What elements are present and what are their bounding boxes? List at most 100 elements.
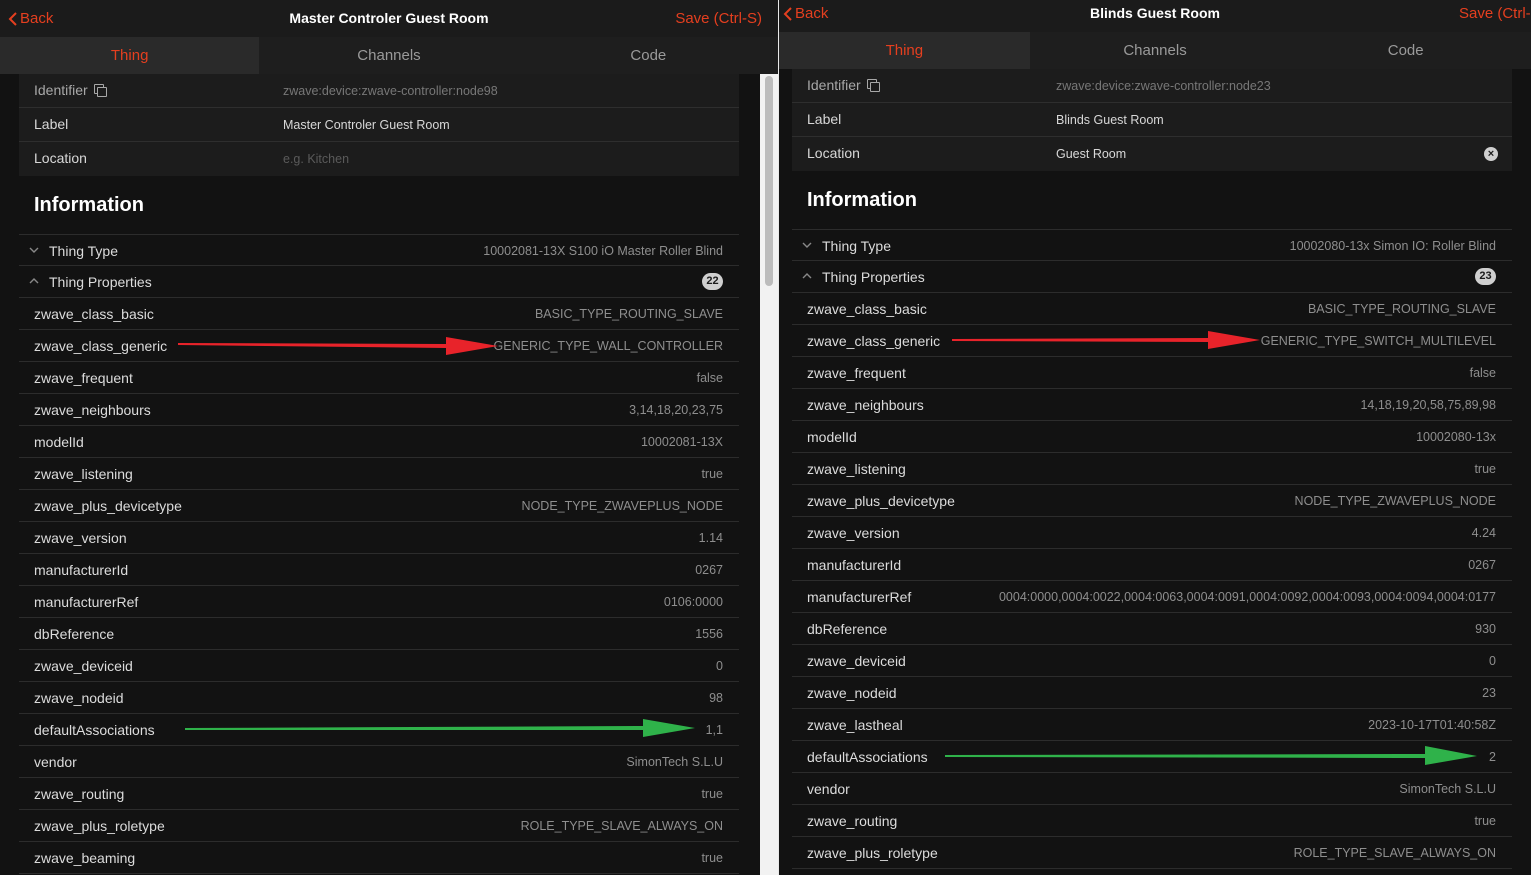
property-value: 0267	[1468, 558, 1496, 572]
scrollbar-thumb[interactable]	[765, 76, 773, 286]
property-key: zwave_class_generic	[807, 333, 941, 349]
thing-type-row[interactable]: Thing Type 10002081-13X S100 iO Master R…	[19, 234, 739, 266]
property-value: GENERIC_TYPE_SWITCH_MULTILEVEL	[1260, 334, 1496, 348]
identifier-value: zwave:device:zwave-controller:node23	[1056, 79, 1271, 93]
property-key: zwave_lastheal	[807, 717, 903, 733]
property-row: modelId 10002081-13X	[19, 426, 739, 458]
location-input[interactable]: e.g. Kitchen	[283, 152, 349, 166]
property-row: defaultAssociations 2	[792, 741, 1512, 773]
property-row: zwave_nodeid 98	[19, 682, 739, 714]
thing-type-row[interactable]: Thing Type 10002080-13x Simon IO: Roller…	[792, 229, 1512, 261]
property-value: 0004:0000,0004:0022,0004:0063,0004:0091,…	[998, 590, 1496, 604]
tab-code[interactable]: Code	[1280, 32, 1531, 69]
tab-code[interactable]: Code	[519, 37, 778, 74]
property-row: zwave_class_generic GENERIC_TYPE_SWITCH_M…	[792, 325, 1512, 357]
property-key: zwave_frequent	[807, 365, 906, 381]
properties-list: zwave_class_basic BASIC_TYPE_ROUTING_SLAV…	[19, 298, 739, 874]
property-value: 14,18,19,20,58,75,89,98	[1360, 398, 1496, 412]
property-row: zwave_class_basic BASIC_TYPE_ROUTING_SLAV…	[19, 298, 739, 330]
property-row: zwave_frequent false	[19, 362, 739, 394]
tab-channels[interactable]: Channels	[259, 37, 518, 74]
identifier-row: Identifier zwave:device:zwave-controller…	[19, 74, 739, 108]
property-value: 930	[1475, 622, 1496, 636]
property-value: true	[701, 851, 723, 865]
chevron-up-icon	[29, 278, 39, 284]
identifier-value: zwave:device:zwave-controller:node98	[283, 84, 498, 98]
copy-icon[interactable]	[866, 79, 880, 92]
property-row: zwave_lastheal 2023-10-17T01:40:58Z	[792, 709, 1512, 741]
property-value: false	[696, 371, 723, 385]
tab-channels[interactable]: Channels	[1030, 32, 1281, 69]
property-value: 2023-10-17T01:40:58Z	[1368, 718, 1496, 732]
property-row: dbReference 930	[792, 613, 1512, 645]
property-value: 0267	[695, 563, 723, 577]
property-row: zwave_class_basic BASIC_TYPE_ROUTING_SLAV…	[792, 293, 1512, 325]
label-input[interactable]: Master Controler Guest Room	[283, 118, 450, 132]
property-key: zwave_class_basic	[34, 306, 154, 322]
property-key: zwave_listening	[807, 461, 906, 477]
scrollbar[interactable]	[760, 74, 778, 875]
property-key: zwave_plus_devicetype	[807, 493, 955, 509]
right-thing-panel: Back Blinds Guest Room Save (Ctrl-S Thin…	[779, 0, 1531, 875]
chevron-up-icon	[802, 273, 812, 279]
label-input[interactable]: Blinds Guest Room	[1056, 113, 1164, 127]
property-value: true	[701, 467, 723, 481]
property-key: zwave_neighbours	[807, 397, 924, 413]
property-key: zwave_version	[807, 525, 900, 541]
property-key: zwave_routing	[34, 786, 125, 802]
thing-fields: Identifier zwave:device:zwave-controller…	[792, 69, 1512, 171]
property-key: manufacturerRef	[34, 594, 139, 610]
tab-thing[interactable]: Thing	[779, 32, 1030, 69]
thing-properties-row[interactable]: Thing Properties 22	[19, 266, 739, 298]
property-key: dbReference	[807, 621, 888, 637]
thing-type-value: 10002081-13X S100 iO Master Roller Blind	[483, 244, 723, 258]
property-row: zwave_deviceid 0	[792, 645, 1512, 677]
property-value: 0	[1489, 654, 1496, 668]
clear-icon[interactable]: ×	[1484, 147, 1498, 161]
property-row: zwave_version 4.24	[792, 517, 1512, 549]
property-key: zwave_deviceid	[807, 653, 906, 669]
property-value: BASIC_TYPE_ROUTING_SLAVE	[1307, 302, 1496, 316]
label-row: Label Master Controler Guest Room	[19, 108, 739, 142]
tab-thing[interactable]: Thing	[0, 37, 260, 74]
information-list: Thing Type 10002081-13X S100 iO Master R…	[19, 234, 739, 874]
label-label: Label	[34, 116, 69, 132]
copy-icon[interactable]	[93, 84, 107, 97]
property-value: 2	[1489, 750, 1496, 764]
location-input[interactable]: Guest Room	[1056, 147, 1126, 161]
property-value: GENERIC_TYPE_WALL_CONTROLLER	[493, 339, 723, 353]
property-value: false	[1469, 366, 1496, 380]
save-button[interactable]: Save (Ctrl-S	[1459, 5, 1531, 22]
property-key: modelId	[34, 434, 84, 450]
property-key: vendor	[34, 754, 77, 770]
property-value: NODE_TYPE_ZWAVEPLUS_NODE	[1294, 494, 1496, 508]
identifier-row: Identifier zwave:device:zwave-controller…	[792, 69, 1512, 103]
tab-bar: Thing Channels Code	[0, 37, 778, 74]
page-title: Blinds Guest Room	[1090, 5, 1220, 21]
property-value: 4.24	[1471, 526, 1496, 540]
property-key: zwave_nodeid	[34, 690, 124, 706]
property-row: zwave_beaming true	[19, 842, 739, 874]
property-key: zwave_plus_devicetype	[34, 498, 182, 514]
property-value: 10002081-13X	[640, 435, 723, 449]
property-row: zwave_neighbours 3,14,18,20,23,75	[19, 394, 739, 426]
property-value: 0106:0000	[663, 595, 723, 609]
information-list: Thing Type 10002080-13x Simon IO: Roller…	[792, 229, 1512, 869]
property-row: zwave_plus_devicetype NODE_TYPE_ZWAVEPLUS…	[19, 490, 739, 522]
location-row: Location e.g. Kitchen	[19, 142, 739, 176]
identifier-label: Identifier	[34, 82, 88, 98]
thing-fields: Identifier zwave:device:zwave-controller…	[19, 74, 739, 176]
property-value: 10002080-13x	[1416, 430, 1496, 444]
property-row: manufacturerId 0267	[19, 554, 739, 586]
property-row: zwave_frequent false	[792, 357, 1512, 389]
thing-properties-row[interactable]: Thing Properties 23	[792, 261, 1512, 293]
property-key: zwave_routing	[807, 813, 898, 829]
property-row: zwave_routing true	[792, 805, 1512, 837]
thing-type-value: 10002080-13x Simon IO: Roller Blind	[1289, 239, 1496, 253]
thing-content: Identifier zwave:device:zwave-controller…	[19, 74, 739, 874]
location-label: Location	[34, 150, 87, 166]
property-value: ROLE_TYPE_SLAVE_ALWAYS_ON	[520, 819, 723, 833]
property-key: defaultAssociations	[807, 749, 928, 765]
property-row: zwave_plus_roletype ROLE_TYPE_SLAVE_ALWAY…	[792, 837, 1512, 869]
save-button[interactable]: Save (Ctrl-S)	[675, 10, 762, 27]
